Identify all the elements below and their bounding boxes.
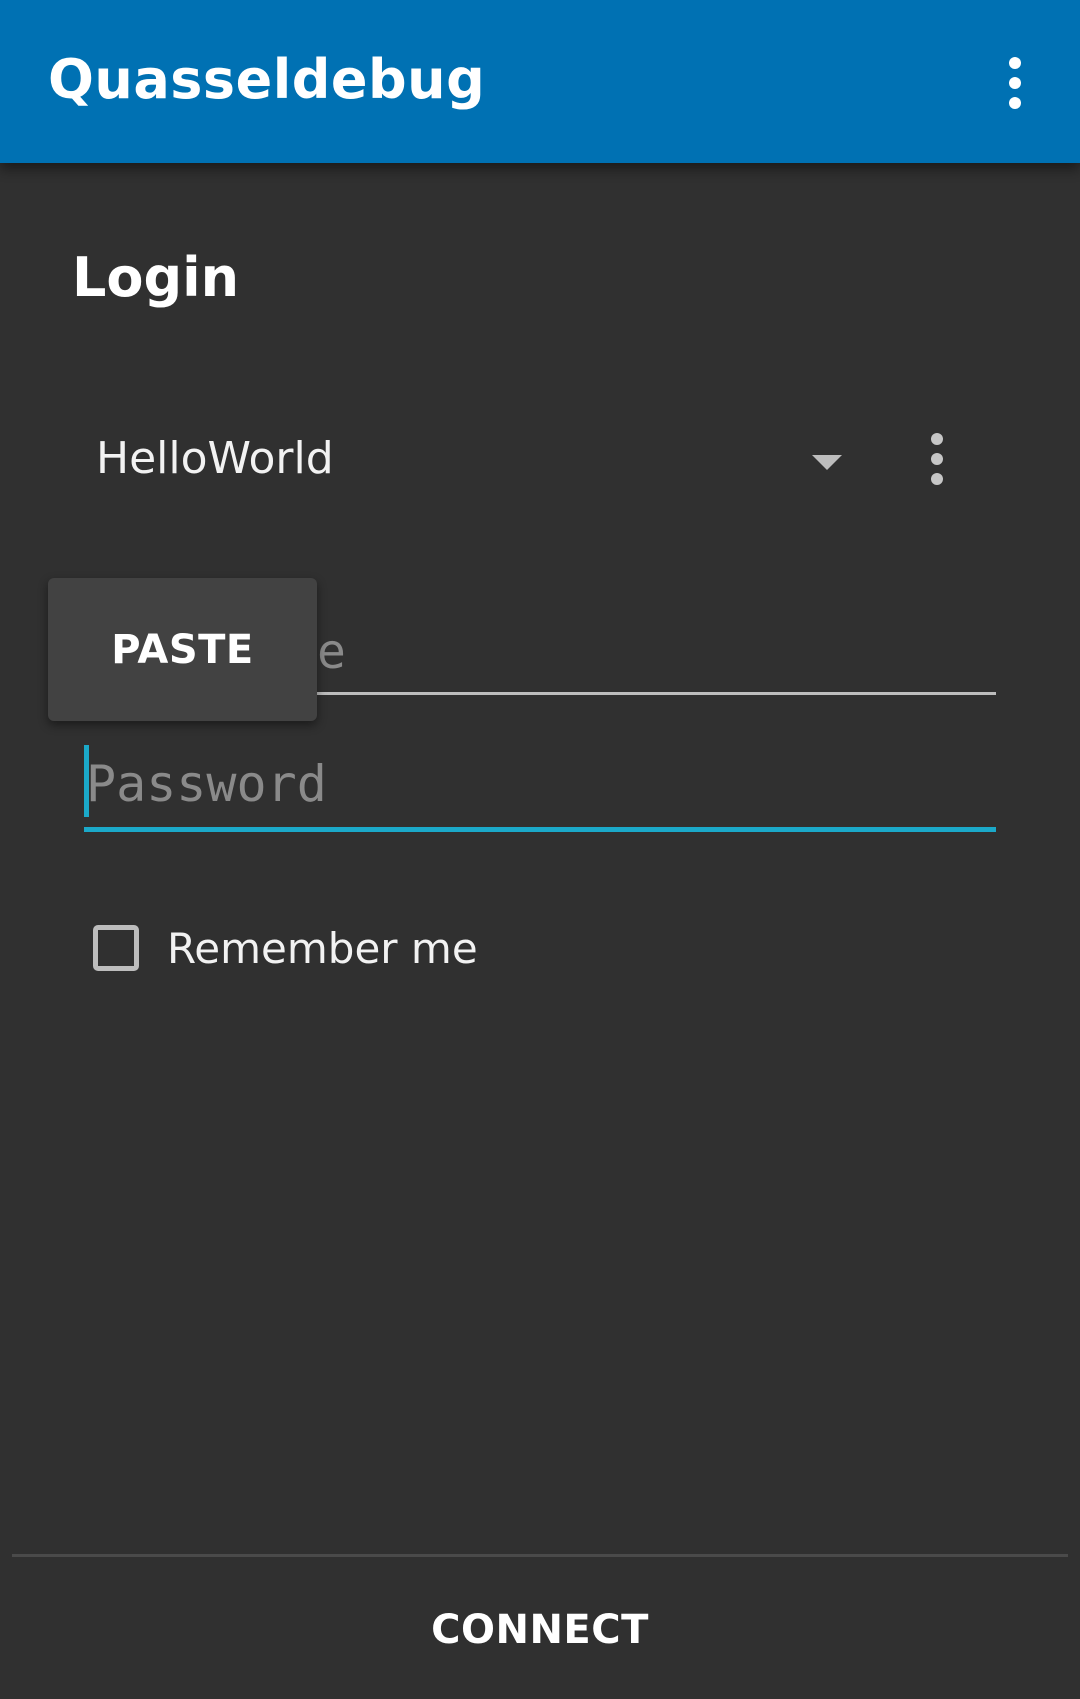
- more-vert-icon: [1009, 57, 1021, 109]
- app-bar: Quasseldebug: [0, 0, 1080, 163]
- connect-label: CONNECT: [431, 1606, 649, 1653]
- paste-label: PASTE: [111, 626, 254, 673]
- divider: [12, 1554, 1068, 1557]
- checkbox-icon: [93, 925, 139, 971]
- app-title: Quasseldebug: [48, 48, 486, 111]
- username-placeholder: e: [317, 624, 346, 680]
- connect-button[interactable]: CONNECT: [0, 1560, 1080, 1699]
- paste-button[interactable]: PASTE: [48, 578, 317, 721]
- remember-me-checkbox[interactable]: Remember me: [93, 920, 478, 976]
- account-spinner[interactable]: HelloWorld: [96, 425, 866, 495]
- more-vert-icon: [931, 433, 943, 485]
- remember-me-label: Remember me: [167, 923, 478, 973]
- account-selected-value: HelloWorld: [96, 433, 334, 484]
- dropdown-arrow-icon: [812, 455, 842, 470]
- password-placeholder: Password: [86, 755, 327, 813]
- page-title: Login: [72, 246, 240, 309]
- account-menu-button[interactable]: [912, 424, 962, 494]
- password-field[interactable]: Password: [84, 745, 996, 832]
- overflow-menu-button[interactable]: [990, 48, 1040, 118]
